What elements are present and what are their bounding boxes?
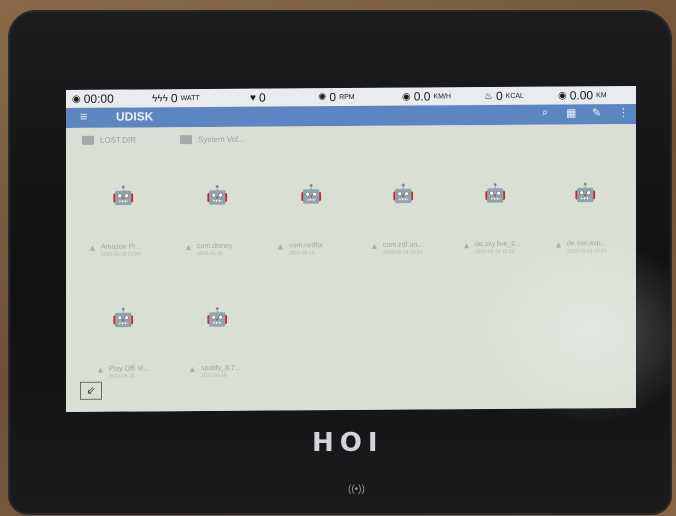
folder-icon — [82, 135, 94, 145]
brand-logo: HOI — [312, 428, 384, 458]
apk-thumbnail[interactable]: 🤖 — [392, 182, 414, 208]
android-icon: ▲ — [554, 239, 563, 250]
android-icon: ▲ — [188, 364, 197, 375]
android-icon: 🤖 — [574, 182, 597, 203]
android-icon: ▲ — [96, 364, 105, 375]
rpm-unit: RPM — [339, 93, 355, 101]
apk-meta: 2023-05-16 12:24 — [383, 249, 423, 256]
folder-item[interactable]: System Vol... — [180, 134, 245, 145]
search-icon[interactable]: ⌕ — [542, 107, 548, 120]
distance-unit: KM — [596, 91, 607, 99]
folder-item[interactable]: LOST.DIR — [82, 136, 136, 145]
android-icon: 🤖 — [206, 306, 229, 328]
apk-thumbnail[interactable]: 🤖 — [112, 306, 134, 332]
android-icon: ▲ — [276, 241, 285, 252]
apk-thumbnail[interactable]: 🤖 — [112, 184, 134, 210]
apk-item[interactable]: ▲ com.zdf.an... 2023-05-16 12:24 — [370, 240, 424, 256]
flame-icon: ♨ — [484, 90, 493, 102]
apk-thumbnail[interactable]: 🤖 — [206, 183, 228, 209]
apk-name: Amazon Pr... — [101, 243, 142, 251]
screen: ◉ 00:00 ϟϟϟ 0 WATT ♥ 0 ✺ 0 RPM ◉ 0.0 KM/… — [66, 86, 636, 412]
android-icon: ▲ — [462, 240, 471, 251]
apk-name: com.zdf.an... — [383, 241, 424, 249]
speed-unit: KM/H — [433, 92, 451, 100]
rpm-icon: ✺ — [318, 91, 327, 103]
apk-thumbnail[interactable]: 🤖 — [484, 181, 506, 207]
heart-icon: ♥ — [250, 92, 256, 104]
watt-stat: ϟϟϟ 0 WATT — [152, 91, 200, 105]
exit-button[interactable]: ⇙ — [80, 381, 102, 400]
apk-thumbnail[interactable]: 🤖 — [206, 305, 228, 331]
kcal-value: 0 — [495, 88, 503, 103]
apk-meta: 2023-05-16 — [289, 250, 315, 257]
clock-icon: ◉ — [72, 93, 81, 105]
distance-value: 0.00 — [569, 88, 594, 103]
edit-icon[interactable]: ✎ — [592, 106, 601, 119]
apk-item[interactable]: ▲ de.swr.avp... 2023-05-16 12:24 — [554, 239, 607, 255]
menu-icon[interactable]: ≡ — [80, 109, 88, 124]
speed-stat: ◉ 0.0 KM/H — [402, 89, 451, 103]
time-stat: ◉ 00:00 — [72, 92, 114, 106]
apk-meta: 2023-05-16 12:24 — [567, 248, 607, 255]
watt-unit: WATT — [180, 94, 200, 102]
nfc-icon: ((•)) — [348, 484, 365, 495]
android-icon: ▲ — [88, 242, 97, 253]
folder-label: LOST.DIR — [100, 135, 137, 145]
heart-value: 0 — [258, 90, 266, 105]
time-value: 00:00 — [83, 91, 114, 106]
file-grid: LOST.DIR System Vol... 🤖 🤖 🤖 🤖 🤖 🤖 ▲ Ama… — [66, 124, 636, 412]
apk-name: com.netflix — [289, 242, 323, 250]
apk-name: spotify_8.7... — [201, 364, 241, 373]
apk-meta: 2023-05-16 11:28 — [475, 248, 515, 256]
watt-value: 0 — [170, 91, 178, 106]
apk-thumbnail[interactable]: 🤖 — [300, 182, 322, 208]
heart-stat: ♥ 0 — [250, 91, 266, 105]
android-icon: 🤖 — [112, 185, 135, 206]
android-icon: 🤖 — [112, 307, 135, 328]
apk-name: com.disney — [197, 242, 233, 251]
apk-item[interactable]: ▲ com.disney 2023-05-16 — [184, 242, 233, 258]
rpm-stat: ✺ 0 RPM — [318, 90, 355, 104]
speed-value: 0.0 — [413, 89, 431, 104]
apk-meta: 2023-05-16 — [109, 373, 135, 380]
android-icon: 🤖 — [484, 182, 507, 204]
folder-label: System Vol... — [198, 134, 245, 145]
android-icon: ▲ — [370, 240, 379, 251]
apk-meta: 2023-05-16 — [201, 372, 227, 380]
lightning-icon: ϟϟϟ — [152, 92, 168, 104]
apk-meta: 2023-05-16 01:54 — [101, 251, 141, 258]
apk-item[interactable]: ▲ de.sky.live_2... 2023-05-16 11:28 — [462, 240, 521, 256]
kcal-stat: ♨ 0 KCAL — [484, 89, 524, 103]
apk-name: Play Offi Vi... — [109, 365, 150, 373]
apk-item[interactable]: ▲ Play Offi Vi... 2023-05-16 — [96, 364, 150, 380]
apk-thumbnail[interactable]: 🤖 — [574, 180, 596, 206]
distance-icon: ◉ — [558, 89, 567, 102]
apk-item[interactable]: ▲ Amazon Pr... 2023-05-16 01:54 — [88, 242, 142, 258]
speed-icon: ◉ — [402, 91, 411, 103]
apk-meta: 2023-05-16 — [197, 250, 223, 258]
view-mode-icon[interactable]: ▦ — [566, 106, 576, 119]
appbar-title: UDISK — [116, 109, 154, 124]
distance-stat: ◉ 0.00 KM — [558, 88, 607, 102]
android-icon: 🤖 — [392, 183, 415, 204]
folder-icon — [180, 135, 192, 145]
kcal-unit: KCAL — [505, 92, 524, 100]
apk-name: de.swr.avp... — [567, 240, 607, 248]
apk-item[interactable]: ▲ com.netflix 2023-05-16 — [276, 241, 323, 257]
apk-item[interactable]: ▲ spotify_8.7... 2023-05-16 — [188, 364, 241, 380]
android-icon: 🤖 — [206, 184, 229, 206]
rpm-value: 0 — [329, 90, 337, 105]
android-icon: 🤖 — [300, 184, 323, 205]
android-icon: ▲ — [184, 242, 193, 253]
more-options-icon[interactable]: ⋮ — [618, 106, 629, 119]
